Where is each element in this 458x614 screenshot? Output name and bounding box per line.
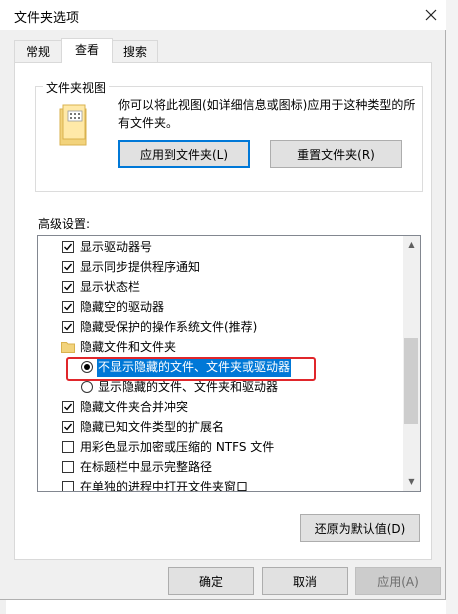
check-icon [64,403,73,411]
list-item-label: 隐藏文件夹合并冲突 [80,400,189,414]
apply-to-folders-button[interactable]: 应用到文件夹(L) [118,140,250,168]
checkbox[interactable] [62,481,74,491]
list-item-label: 显示状态栏 [80,280,141,294]
apply-button[interactable]: 应用(A) [355,567,441,595]
radio-button[interactable] [81,381,93,393]
tab-general[interactable]: 常规 [14,40,62,62]
checkbox[interactable] [62,241,74,253]
check-icon [64,263,73,271]
ok-button[interactable]: 确定 [168,567,254,595]
window-title: 文件夹选项 [14,11,80,26]
folder-options-dialog: 文件夹选项 常规 查看 搜索 文件夹视图 你可以将此视图(如详细信息或图标)应用… [0,0,446,600]
check-icon [64,323,73,331]
folder-icon [61,342,75,353]
list-item-label: 隐藏文件和文件夹 [80,340,177,354]
checkbox[interactable] [62,461,74,473]
check-icon [64,303,73,311]
checkbox[interactable] [62,421,74,433]
folder-icon [59,104,87,146]
checkbox[interactable] [62,301,74,313]
advanced-settings-label: 高级设置: [38,217,91,231]
check-icon [64,423,73,431]
reset-folders-button[interactable]: 重置文件夹(R) [270,140,402,168]
list-item-label: 显示驱动器号 [80,240,153,254]
scroll-up-icon[interactable]: ▲ [404,237,419,253]
list-item-label: 隐藏受保护的操作系统文件(推荐) [80,320,258,334]
restore-defaults-button[interactable]: 还原为默认值(D) [300,514,420,542]
list-item-label: 隐藏空的驱动器 [80,300,165,314]
checkbox[interactable] [62,281,74,293]
tab-view[interactable]: 查看 [61,38,113,63]
list-item-label: 在单独的进程中打开文件夹窗口 [80,480,249,492]
check-icon [64,283,73,291]
list-item-label: 显示同步提供程序通知 [80,260,201,274]
checkbox[interactable] [62,401,74,413]
title-bar: 文件夹选项 [0,0,446,30]
list-item-label: 隐藏已知文件类型的扩展名 [80,420,225,434]
check-icon [64,243,73,251]
tab-search[interactable]: 搜索 [112,40,158,62]
background-window-edge [446,0,458,614]
checkbox[interactable] [62,441,74,453]
cancel-button[interactable]: 取消 [262,567,348,595]
list-item-label: 用彩色显示加密或压缩的 NTFS 文件 [80,440,275,454]
checkbox[interactable] [62,321,74,333]
annotation-highlight-box [66,357,316,381]
scroll-down-icon[interactable]: ▼ [404,474,419,490]
folder-views-description: 你可以将此视图(如详细信息或图标)应用于这种类型的所有文件夹。 [118,98,416,130]
checkbox[interactable] [62,261,74,273]
close-icon[interactable] [420,4,442,26]
list-item-label: 在标题栏中显示完整路径 [80,460,213,474]
scroll-thumb[interactable] [404,338,418,424]
folder-views-legend: 文件夹视图 [43,79,110,96]
